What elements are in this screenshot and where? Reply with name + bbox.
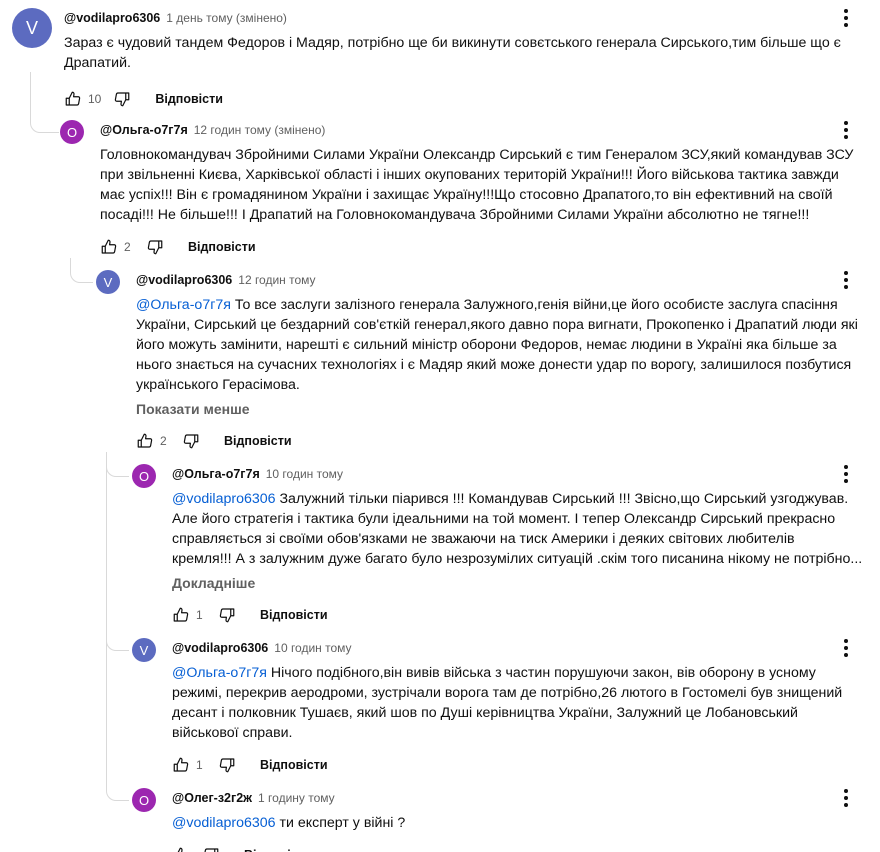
vertical-dots-icon	[844, 639, 848, 657]
more-options-button[interactable]	[834, 6, 858, 30]
more-options-button[interactable]	[834, 118, 858, 142]
like-count: 2	[160, 434, 167, 448]
avatar[interactable]: V	[12, 8, 52, 48]
like-button[interactable]	[166, 750, 196, 780]
reply-comment: О @Ольга-о7г7я 10 годин тому @vodilapro6…	[132, 464, 880, 634]
thumbs-up-icon	[173, 607, 189, 622]
dislike-button[interactable]	[196, 840, 226, 852]
avatar[interactable]: О	[132, 464, 156, 488]
comment-author[interactable]: @Олег-з2г2ж	[172, 788, 252, 808]
like-count: 2	[124, 240, 131, 254]
comment-text: Зараз є чудовий тандем Федоров і Мадяр, …	[64, 35, 841, 71]
thumbs-up-icon	[177, 847, 183, 852]
comment-text: @Ольга-о7г7я Нічого подібного,він вивів …	[172, 665, 843, 741]
dislike-button[interactable]	[212, 750, 242, 780]
comment-time[interactable]: 1 день тому (змінено)	[166, 8, 287, 28]
comment-text: @vodilapro6306 ти експерт у війні ?	[172, 815, 406, 831]
avatar[interactable]: О	[60, 120, 84, 144]
thumbs-down-icon	[115, 92, 130, 107]
read-more-button[interactable]: Докладніше	[172, 573, 880, 593]
comment: V @vodilapro6306 1 день тому (змінено) З…	[12, 8, 880, 108]
dislike-button[interactable]	[176, 426, 206, 456]
reply-button[interactable]: Відповісти	[244, 848, 312, 852]
more-options-button[interactable]	[834, 788, 858, 810]
like-button[interactable]	[130, 426, 160, 456]
vertical-dots-icon	[844, 121, 848, 139]
thumbs-down-icon	[147, 240, 163, 255]
comment-text: @Ольга-о7г7я То все заслуги залізного ге…	[136, 297, 858, 393]
comment-text: @vodilapro6306 Залужний тільки піарився …	[172, 491, 863, 567]
like-count: 1	[196, 758, 203, 772]
comment-time[interactable]: 10 годин тому	[266, 464, 343, 484]
thumbs-up-icon	[101, 239, 117, 254]
thread-line	[106, 640, 129, 801]
thumbs-up-icon	[137, 433, 153, 448]
reply-button[interactable]: Відповісти	[188, 240, 256, 254]
reply-comment: V @vodilapro6306 12 годин тому @Ольга-о7…	[96, 270, 880, 450]
thumbs-up-icon	[173, 757, 189, 772]
reply-comment: О @Ольга-о7г7я 12 годин тому (змінено) Г…	[60, 120, 880, 260]
thumbs-down-icon	[219, 608, 235, 623]
thumbs-down-icon	[204, 848, 219, 852]
reply-button[interactable]: Відповісти	[260, 608, 328, 622]
like-button[interactable]	[166, 600, 196, 630]
dislike-button[interactable]	[140, 232, 170, 262]
comment-author[interactable]: @vodilapro6306	[64, 8, 160, 28]
vertical-dots-icon	[844, 465, 848, 483]
thread-line	[70, 258, 93, 283]
comment-time[interactable]: 12 годин тому (змінено)	[194, 120, 326, 140]
show-less-button[interactable]: Показати менше	[136, 399, 880, 419]
like-count: 1	[196, 608, 203, 622]
comment-time[interactable]: 12 годин тому	[238, 270, 315, 290]
avatar[interactable]: V	[96, 270, 120, 294]
like-button[interactable]	[94, 232, 124, 262]
mention-link[interactable]: @vodilapro6306	[172, 815, 276, 831]
mention-link[interactable]: @Ольга-о7г7я	[136, 297, 231, 313]
comment-author[interactable]: @Ольга-о7г7я	[172, 464, 260, 484]
dislike-button[interactable]	[107, 84, 137, 114]
reply-comment: О @Олег-з2г2ж 1 годину тому @vodilapro63…	[132, 788, 880, 852]
reply-button[interactable]: Відповісти	[224, 434, 292, 448]
more-options-button[interactable]	[834, 462, 858, 486]
dislike-button[interactable]	[212, 600, 242, 630]
more-options-button[interactable]	[834, 636, 858, 660]
comment-author[interactable]: @vodilapro6306	[136, 270, 232, 290]
more-options-button[interactable]	[834, 268, 858, 292]
reply-comment: V @vodilapro6306 10 годин тому @Ольга-о7…	[132, 638, 880, 778]
vertical-dots-icon	[844, 9, 848, 27]
avatar[interactable]: О	[132, 788, 156, 812]
reply-button[interactable]: Відповісти	[260, 758, 328, 772]
mention-link[interactable]: @Ольга-о7г7я	[172, 665, 267, 681]
comment-author[interactable]: @Ольга-о7г7я	[100, 120, 188, 140]
like-button[interactable]	[58, 84, 88, 114]
like-count: 10	[88, 92, 102, 106]
thumbs-down-icon	[219, 758, 235, 773]
comment-author[interactable]: @vodilapro6306	[172, 638, 268, 658]
thumbs-down-icon	[183, 434, 199, 449]
vertical-dots-icon	[844, 271, 848, 289]
comment-time[interactable]: 10 годин тому	[274, 638, 351, 658]
mention-link[interactable]: @vodilapro6306	[172, 491, 276, 507]
avatar[interactable]: V	[132, 638, 156, 662]
thumbs-up-icon	[65, 91, 81, 106]
thread-line	[106, 462, 129, 651]
comment-text: Головнокомандувач Збройними Силами Украї…	[100, 147, 854, 223]
like-button[interactable]	[166, 840, 196, 852]
reply-button[interactable]: Відповісти	[155, 92, 223, 106]
vertical-dots-icon	[844, 789, 848, 807]
comment-time[interactable]: 1 годину тому	[258, 788, 335, 808]
